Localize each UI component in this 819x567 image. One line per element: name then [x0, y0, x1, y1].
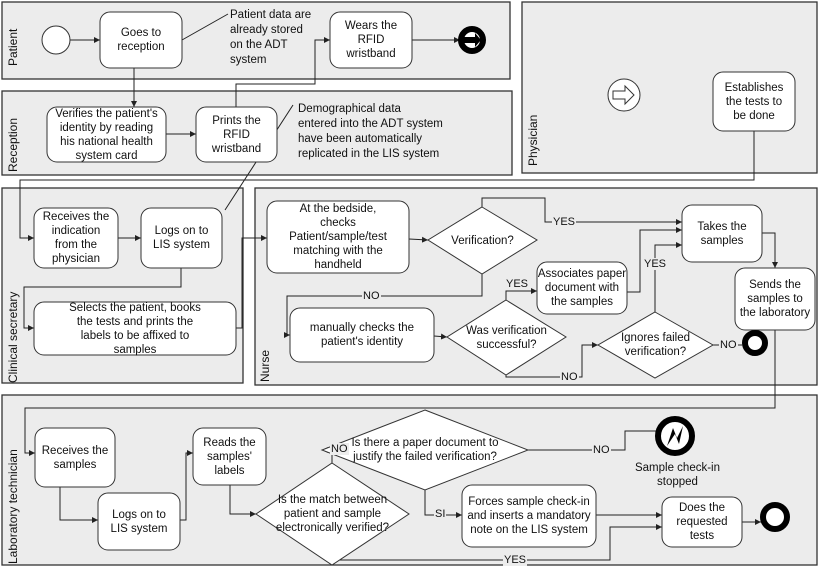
task-receives-samples[interactable]: [34, 427, 116, 488]
flow-label-no: NO: [330, 443, 349, 455]
lane-label-patient: Patient: [6, 28, 20, 66]
task-selects-patient[interactable]: [33, 301, 237, 356]
end-event-lab: [760, 502, 790, 532]
task-forces-checkin[interactable]: [461, 484, 597, 548]
task-associates-paper[interactable]: [536, 261, 628, 315]
task-manually-checks[interactable]: [289, 307, 435, 363]
task-sends-samples[interactable]: [734, 267, 816, 331]
lane-label-physician: Physician: [526, 114, 540, 166]
task-wears-wristband[interactable]: [329, 11, 413, 69]
flow-label-yes: YES: [503, 554, 528, 566]
annotation-adt-stored: Patient data are already stored on the A…: [230, 9, 312, 66]
annotation-demographic: Demographical data entered into the ADT …: [298, 103, 443, 160]
task-bedside-check[interactable]: [266, 200, 410, 274]
flow-label-no: NO: [592, 444, 611, 456]
task-reads-labels[interactable]: [192, 427, 267, 486]
flow-label-yes: YES: [552, 216, 577, 228]
flow-label-si: SI: [434, 508, 447, 520]
flow-label-no: NO: [719, 339, 738, 351]
lane-label-nurse: Nurse: [258, 349, 272, 382]
flow-label-yes: YES: [643, 258, 668, 270]
task-goes-to-reception[interactable]: [99, 11, 183, 69]
task-receives-indication[interactable]: [33, 207, 119, 269]
diagram-canvas: [1, 1, 818, 566]
flow-label-yes: YES: [505, 278, 530, 290]
task-takes-samples[interactable]: [681, 204, 763, 263]
lane-label-reception: Reception: [6, 117, 20, 172]
task-verifies-identity[interactable]: [46, 106, 167, 163]
lane-label-clinical-secretary: Clinical secretary: [6, 291, 20, 383]
flow-label-no: NO: [560, 371, 579, 383]
task-does-tests[interactable]: [661, 496, 743, 548]
error-end-icon: [655, 416, 695, 456]
message-end-icon: [458, 26, 486, 54]
start-event: [41, 25, 71, 55]
lane-label-lab-technician: Laboratory technician: [6, 449, 20, 564]
task-prints-wristband[interactable]: [195, 106, 278, 163]
task-establishes-tests[interactable]: [712, 71, 796, 132]
task-logs-on-lis-secretary[interactable]: [140, 207, 223, 269]
flow-label-no: NO: [362, 290, 381, 302]
bpmn-diagram: Patient Reception Physician Clinical sec…: [0, 0, 819, 567]
task-logs-on-lis-lab[interactable]: [97, 492, 181, 551]
end-event-nurse: [742, 330, 768, 356]
